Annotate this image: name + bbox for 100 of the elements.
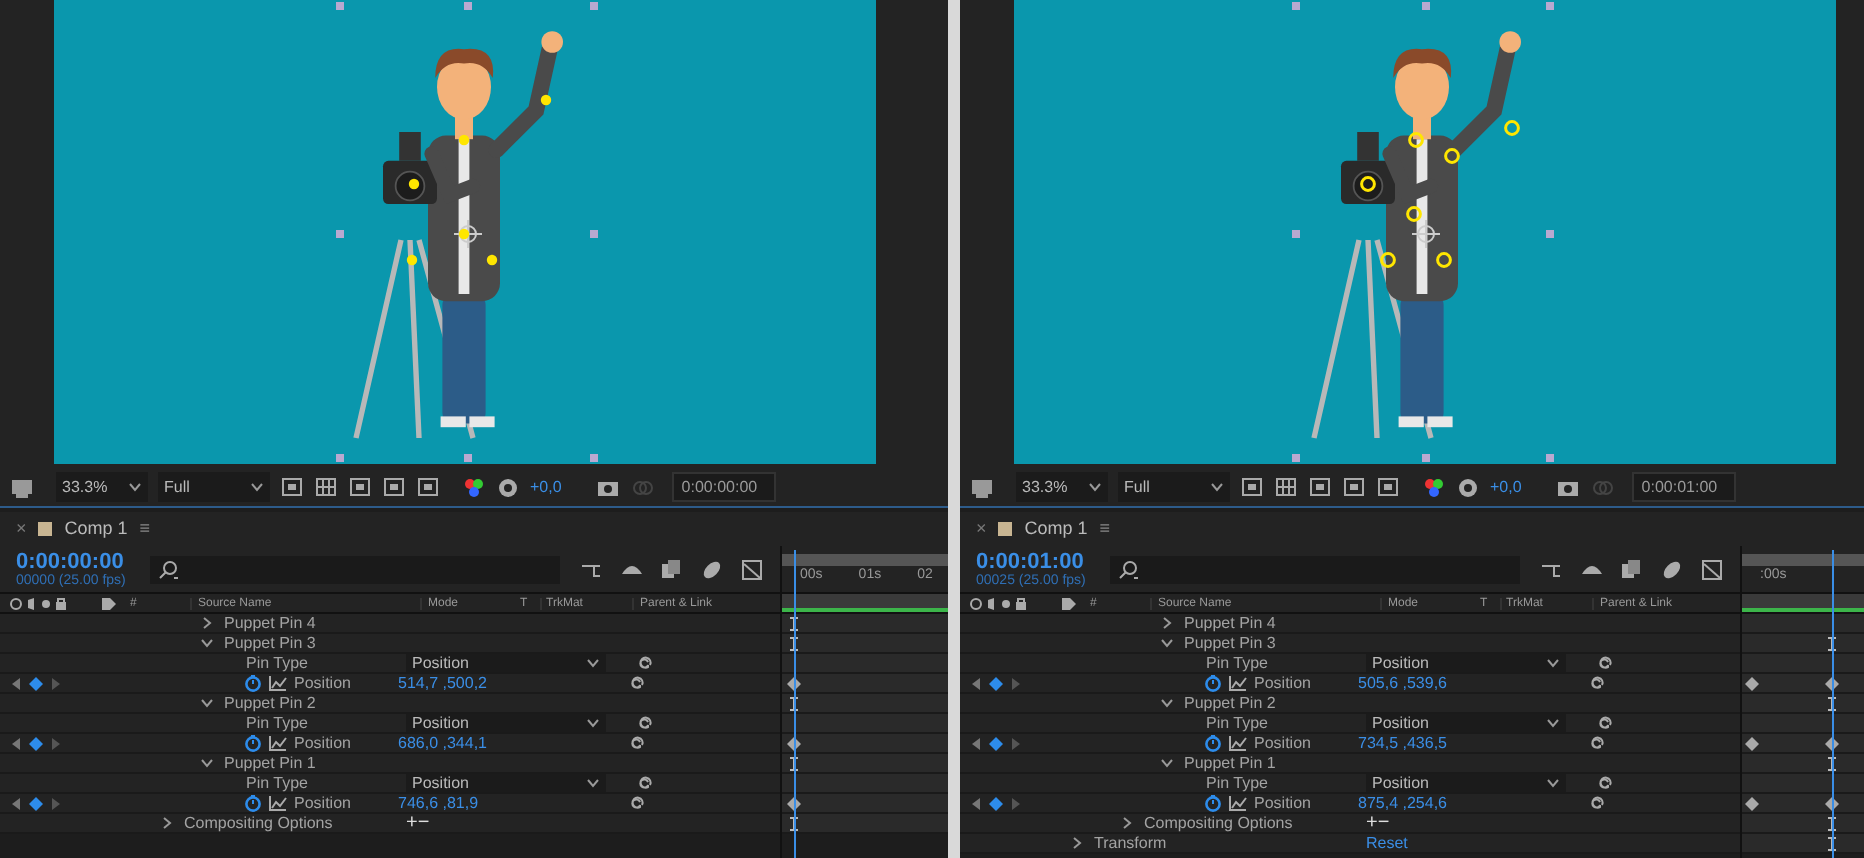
timecode-field[interactable]: 0:00:00:00 [671,472,776,502]
panel-menu-button[interactable]: ≡ [1099,515,1111,543]
chevron-down-icon[interactable] [1546,776,1560,790]
current-time[interactable]: 0:00:01:00 [976,551,1095,573]
zoom-dropdown[interactable]: 33.3% [1016,472,1108,502]
transform-handle[interactable] [590,454,598,462]
pin-type-dropdown[interactable]: Position [1366,654,1566,672]
chevron-right-icon[interactable] [160,816,174,830]
property-value[interactable]: 514,7 ,500,2 [398,675,628,691]
puppet-pin[interactable] [1380,252,1396,268]
property-value[interactable]: 734,5 ,436,5 [1358,735,1588,751]
transform-handle[interactable] [464,2,472,10]
pin-type-dropdown[interactable]: Position [1366,714,1566,732]
chevron-down-icon[interactable] [1546,656,1560,670]
exposure-value[interactable]: +0,0 [530,475,562,499]
property-group-name[interactable]: Compositing Options [184,815,333,831]
grid-icon[interactable] [1274,475,1298,499]
puppet-pin[interactable] [1408,132,1424,148]
previous-keyframe-icon[interactable] [970,675,982,691]
exposure-icon[interactable] [496,475,520,499]
transform-handle[interactable] [1546,230,1554,238]
puppet-pin-name[interactable]: Puppet Pin 3 [224,635,404,651]
panel-menu-button[interactable]: ≡ [139,515,151,543]
stopwatch-icon[interactable] [244,734,262,752]
resolution-dropdown[interactable]: Full [1118,472,1230,502]
add-remove-buttons[interactable]: +− [406,813,430,833]
property-value[interactable]: 686,0 ,344,1 [398,735,628,751]
graph-icon[interactable] [1228,794,1248,812]
previous-keyframe-icon[interactable] [10,675,22,691]
reset-link[interactable]: Reset [1366,835,1408,851]
stopwatch-icon[interactable] [1204,794,1222,812]
transform-handle[interactable] [464,454,472,462]
chevron-right-icon[interactable] [1120,816,1134,830]
chevron-down-icon[interactable] [250,480,264,494]
puppet-pin-name[interactable]: Puppet Pin 2 [224,695,404,711]
transform-handle[interactable] [590,2,598,10]
property-value[interactable]: 875,4 ,254,6 [1358,795,1588,811]
previous-keyframe-icon[interactable] [970,735,982,751]
chevron-down-icon[interactable] [1546,716,1560,730]
previous-keyframe-icon[interactable] [10,795,22,811]
transform-handle[interactable] [590,230,598,238]
puppet-pin-name[interactable]: Puppet Pin 2 [1184,695,1364,711]
pin-type-dropdown[interactable]: Position [406,654,606,672]
puppet-pin-name[interactable]: Puppet Pin 1 [224,755,404,771]
work-area-bar[interactable] [782,592,948,614]
previous-keyframe-icon[interactable] [970,795,982,811]
puppet-pin-name[interactable]: Puppet Pin 3 [1184,635,1364,651]
exposure-value[interactable]: +0,0 [1490,475,1522,499]
add-remove-buttons[interactable]: +− [1366,813,1390,833]
close-button[interactable]: × [976,515,987,543]
resolution-dropdown[interactable]: Full [158,472,270,502]
search-field[interactable] [1110,555,1520,583]
layer-switches-icon[interactable] [8,595,68,611]
zoom-dropdown[interactable]: 33.3% [56,472,148,502]
layer-switches-icon[interactable] [968,595,1028,611]
puppet-pin[interactable] [408,178,420,190]
color-channels-icon[interactable] [462,475,486,499]
puppet-pin[interactable] [1360,176,1376,192]
anchor-point-icon[interactable] [1411,219,1441,249]
stopwatch-icon[interactable] [1204,674,1222,692]
graph-icon[interactable] [268,674,288,692]
graph-icon[interactable] [1228,674,1248,692]
pin-type-dropdown[interactable]: Position [1366,774,1566,792]
puppet-pin[interactable] [1436,252,1452,268]
pin-type-dropdown[interactable]: Position [406,714,606,732]
display-icon[interactable] [10,475,34,499]
puppet-pin[interactable] [540,94,552,106]
transform-handle[interactable] [1292,2,1300,10]
puppet-pin-name[interactable]: Puppet Pin 4 [224,615,404,631]
close-button[interactable]: × [16,515,27,543]
puppet-pin-name[interactable]: Puppet Pin 4 [1184,615,1364,631]
search-field[interactable] [150,555,560,583]
pin-type-dropdown[interactable]: Position [406,774,606,792]
chevron-down-icon[interactable] [1160,636,1174,650]
color-channels-icon[interactable] [1422,475,1446,499]
chevron-down-icon[interactable] [586,776,600,790]
chevron-down-icon[interactable] [1160,756,1174,770]
timecode-field[interactable]: 0:00:01:00 [1631,472,1736,502]
stopwatch-icon[interactable] [1204,734,1222,752]
property-group-name[interactable]: Compositing Options [1144,815,1293,831]
chevron-down-icon[interactable] [200,756,214,770]
puppet-pin-name[interactable]: Puppet Pin 1 [1184,755,1364,771]
puppet-pin[interactable] [486,254,498,266]
display-icon[interactable] [970,475,994,499]
current-time[interactable]: 0:00:00:00 [16,551,135,573]
property-value[interactable]: 505,6 ,539,6 [1358,675,1588,691]
grid-icon[interactable] [314,475,338,499]
chevron-right-icon[interactable] [200,616,214,630]
graph-icon[interactable] [268,734,288,752]
chevron-down-icon[interactable] [200,696,214,710]
transform-handle[interactable] [336,2,344,10]
stopwatch-icon[interactable] [244,674,262,692]
comp-tab[interactable]: Comp 1 [64,515,128,543]
graph-icon[interactable] [1228,734,1248,752]
transform-handle[interactable] [1546,2,1554,10]
chevron-down-icon[interactable] [586,656,600,670]
transform-handle[interactable] [1422,2,1430,10]
comp-tab[interactable]: Comp 1 [1024,515,1088,543]
transform-handle[interactable] [336,230,344,238]
puppet-pin[interactable] [1444,148,1460,164]
